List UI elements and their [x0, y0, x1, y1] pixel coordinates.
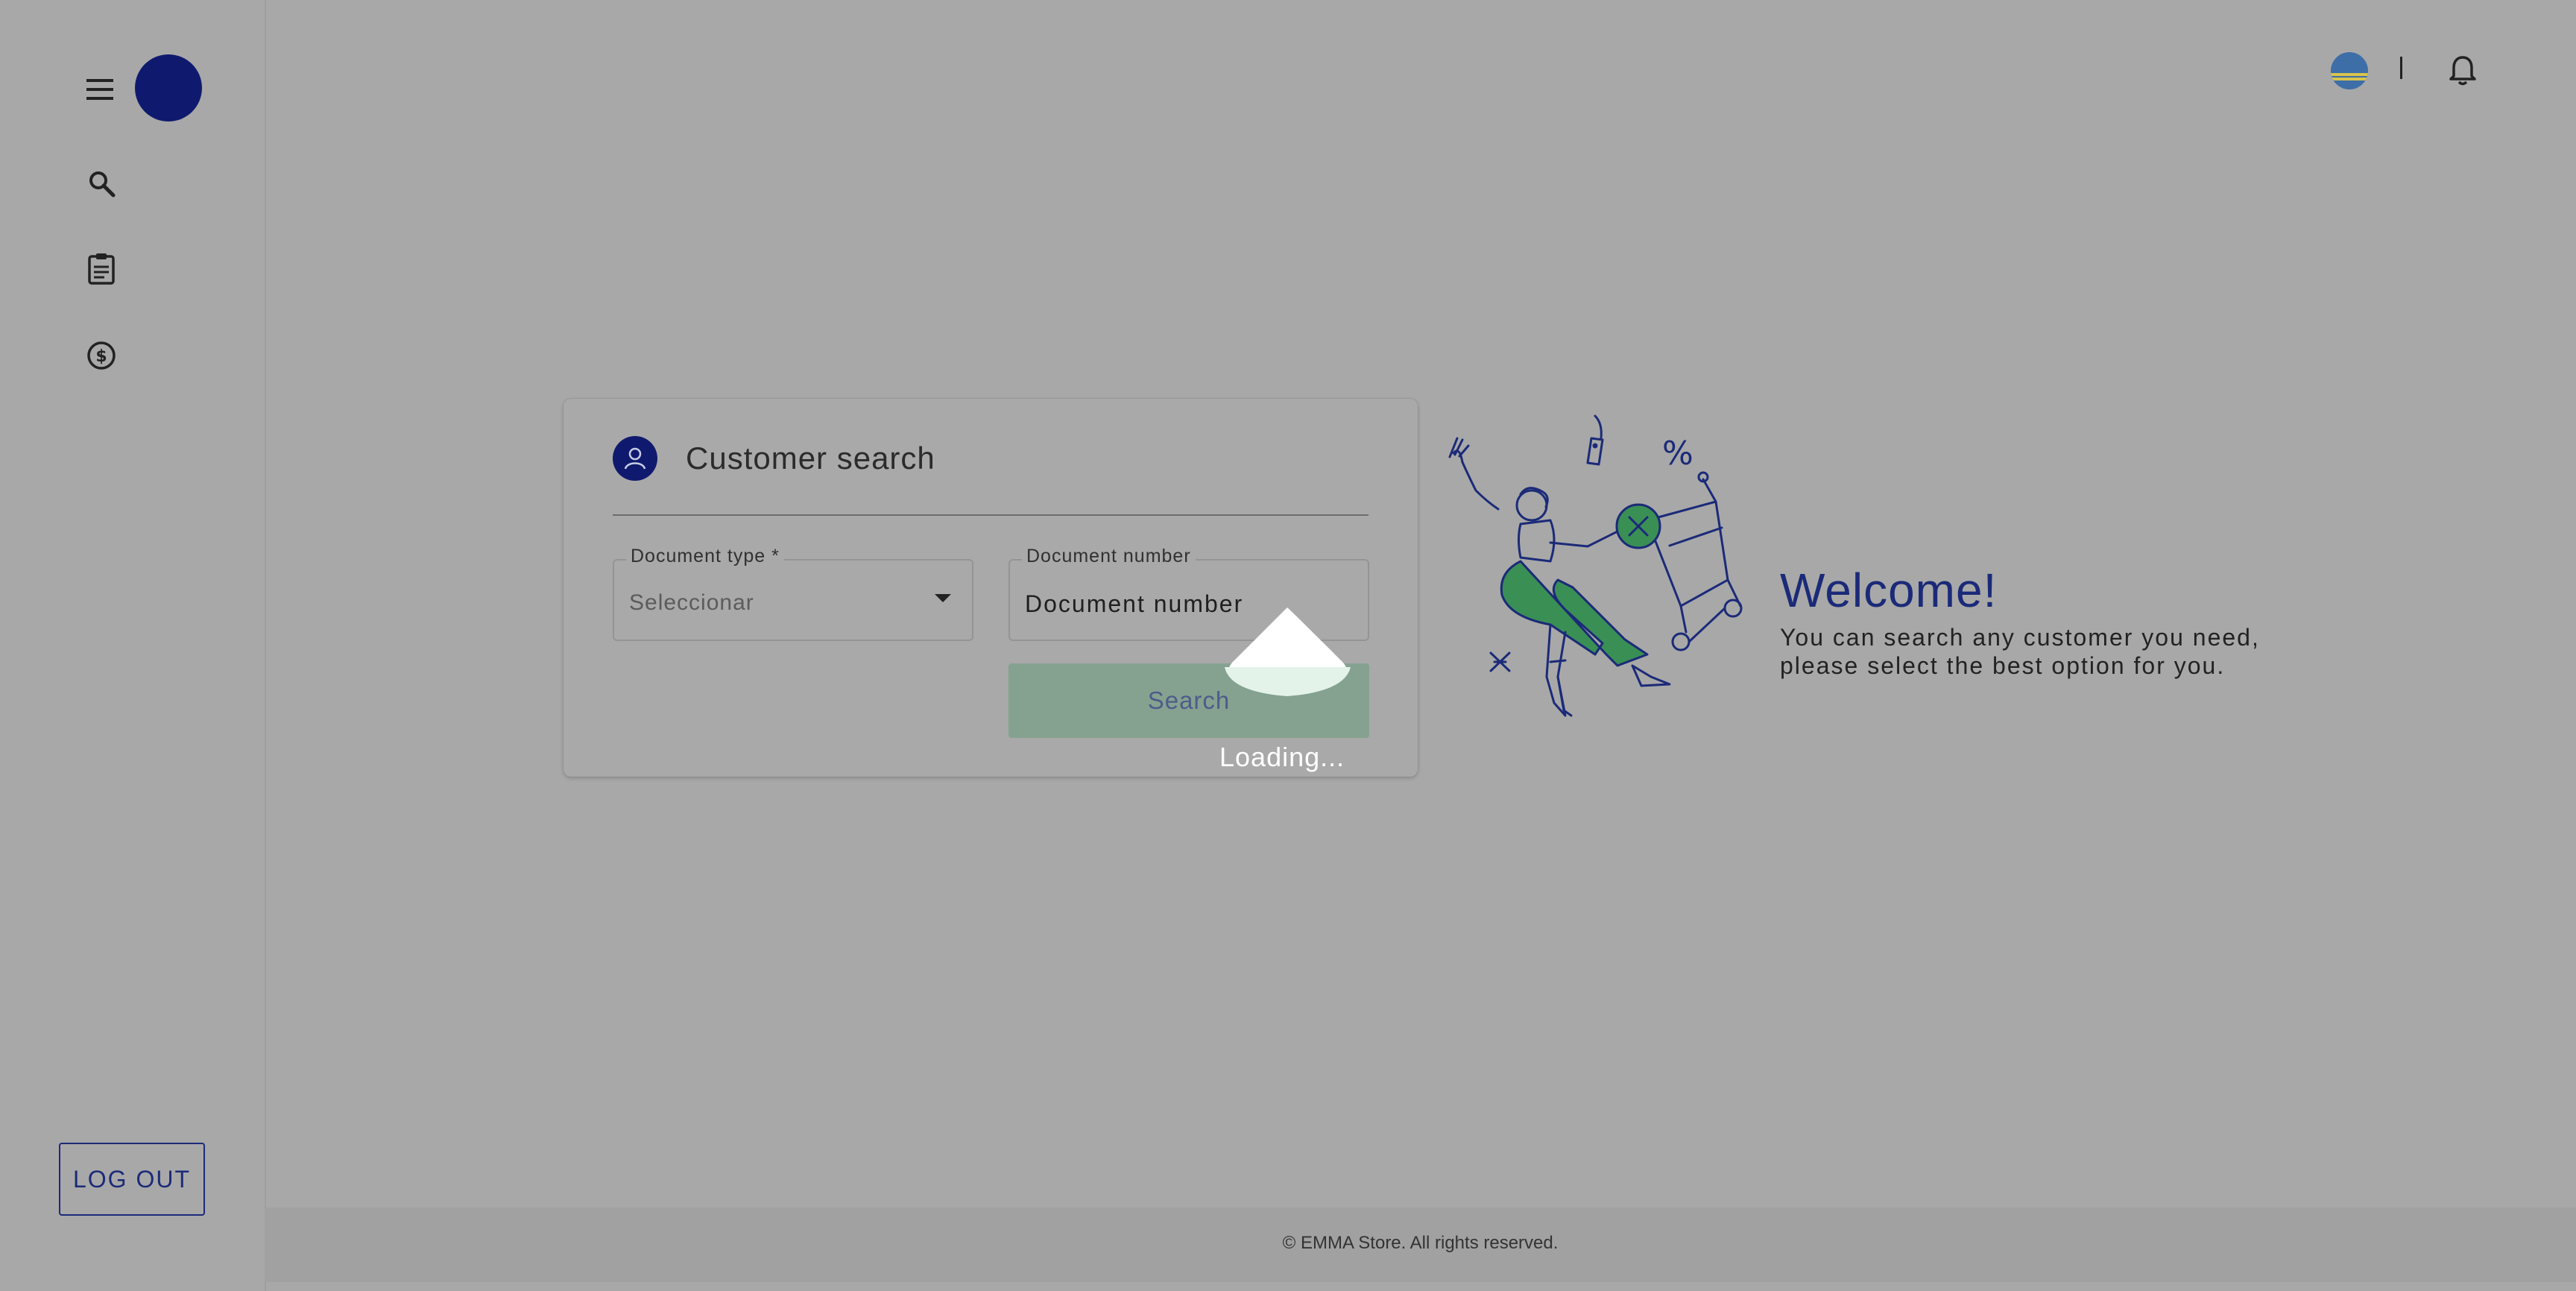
dollar-icon[interactable]: $	[83, 338, 119, 373]
svg-text:$: $	[95, 347, 107, 366]
customer-search-card: Customer search Document type * Seleccio…	[564, 399, 1418, 777]
avatar[interactable]	[135, 54, 202, 121]
footer-text: © EMMA Store. All rights reserved.	[1282, 1233, 1559, 1253]
loading-text: Loading...	[1219, 742, 1345, 772]
menu-icon[interactable]	[82, 72, 118, 107]
welcome-line-2: please select the best option for you.	[1780, 652, 2226, 679]
loading-spinner	[1222, 604, 1353, 697]
card-title: Customer search	[686, 441, 935, 476]
shopping-illustration: %	[1446, 408, 1752, 766]
document-number-value: Document number	[1025, 590, 1244, 617]
clipboard-icon[interactable]	[83, 250, 119, 286]
bell-icon[interactable]	[2445, 52, 2481, 88]
document-number-label: Document number	[1022, 546, 1196, 567]
welcome-title: Welcome!	[1780, 564, 1998, 617]
user-icon	[613, 436, 657, 481]
logout-button[interactable]: LOG OUT	[59, 1143, 205, 1216]
document-type-label: Document type *	[626, 546, 784, 567]
chevron-down-icon	[935, 594, 951, 602]
document-type-select[interactable]: Document type * Seleccionar	[613, 546, 973, 641]
topbar-separator	[2400, 57, 2402, 79]
divider	[613, 514, 1368, 516]
flag-icon[interactable]	[2331, 52, 2368, 89]
welcome-line-1: You can search any customer you need,	[1780, 624, 2260, 651]
footer: © EMMA Store. All rights reserved.	[265, 1208, 2576, 1282]
sidebar: $ LOG OUT	[0, 0, 266, 1291]
svg-text:%: %	[1662, 435, 1693, 473]
document-type-placeholder: Seleccionar	[629, 590, 754, 615]
welcome-text: You can search any customer you need, pl…	[1780, 623, 2346, 680]
search-icon[interactable]	[83, 165, 119, 201]
